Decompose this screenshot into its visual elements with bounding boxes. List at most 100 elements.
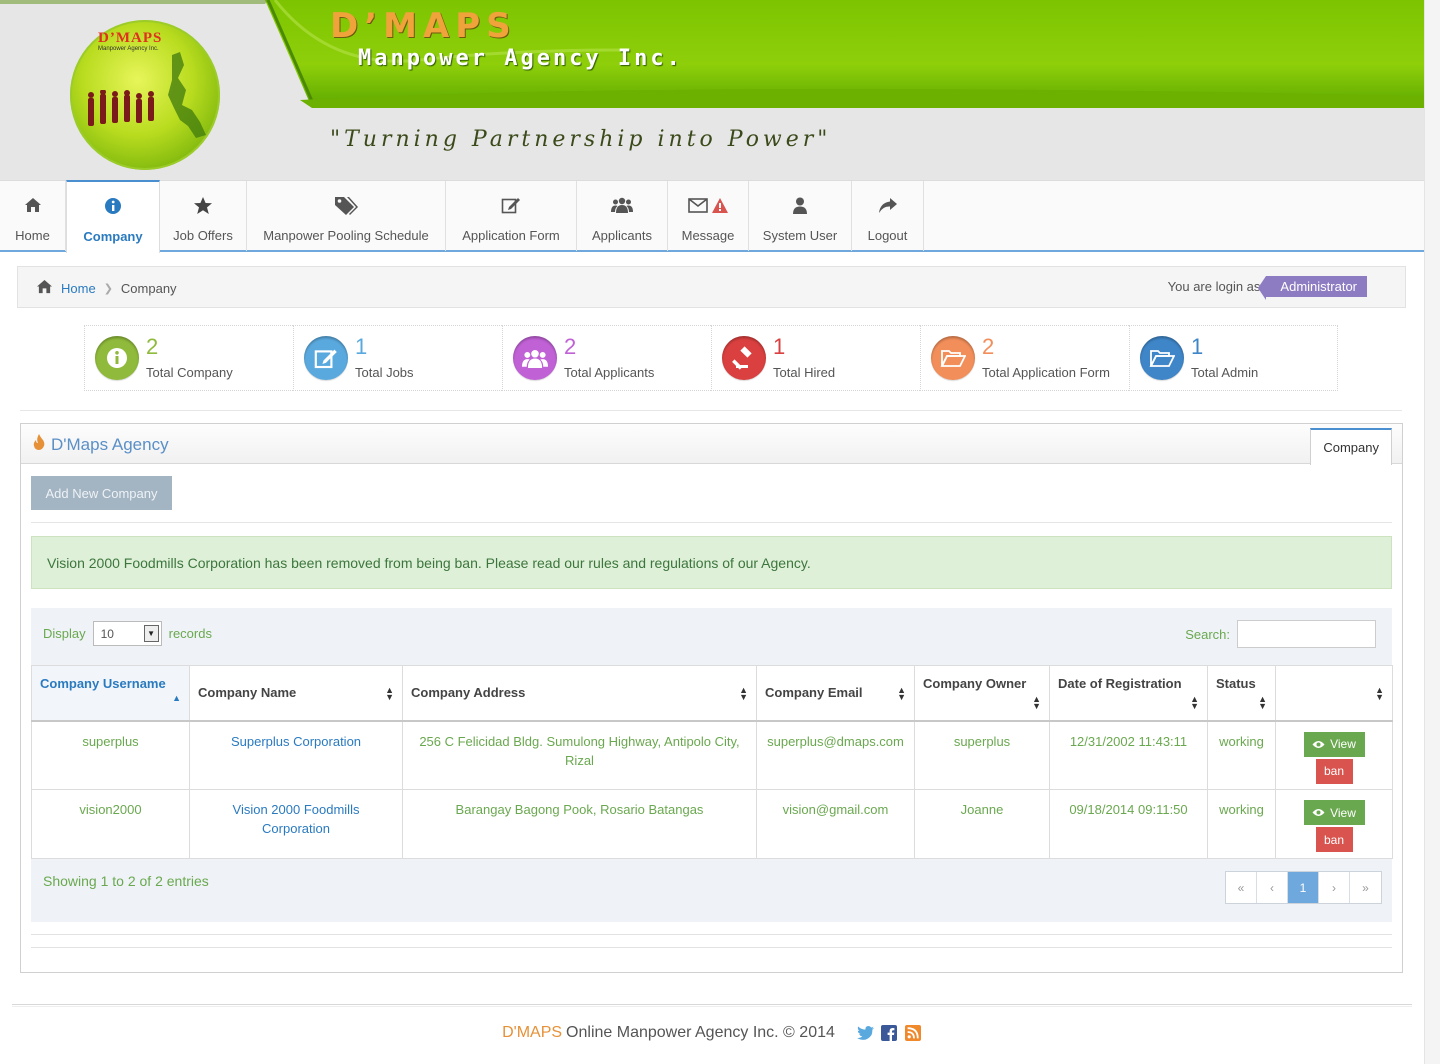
star-icon [193,194,213,216]
people-figures-icon [88,90,154,126]
nav-label: Message [681,228,735,243]
table-info: Showing 1 to 2 of 2 entries [43,873,209,889]
envelope-icon [688,194,728,216]
stat-total-application-form[interactable]: 2 Total Application Form [920,325,1129,391]
cell-email: vision@gmail.com [756,789,915,859]
nav-label: Manpower Pooling Schedule [263,228,429,243]
nav-item-manpower-pooling-schedule[interactable]: Manpower Pooling Schedule [247,181,446,251]
cell-date: 09/18/2014 09:11:50 [1049,789,1208,859]
stat-total-company[interactable]: 2 Total Company [84,325,293,391]
stats-row: 2 Total Company 1 Total Jobs 2 Total App… [84,325,1339,391]
nav-list: Home Company Job Offers Manpower Pooling… [0,180,1424,253]
stat-label: Total Jobs [355,365,414,380]
pagination-page-1[interactable]: 1 [1288,872,1319,903]
footer-divider [12,1006,1412,1007]
column-header-label: Company Owner [923,676,1027,691]
table-row: vision2000 Vision 2000 Foodmills Corpora… [31,789,1393,859]
datatable-wrapper: Display 10 ▼ records Search: Company Use… [31,608,1393,922]
table-header-row: Company Username ▲ Company Name ▲ ▼ Compa… [31,665,1393,722]
pagination-last[interactable]: » [1350,872,1381,903]
header-banner: D’MAPS Manpower Agency Inc. D’MAPS Manpo… [0,0,1424,180]
column-header-label: Company Address [411,685,526,701]
sort-icon: ▲ ▼ [1375,685,1384,702]
ban-button[interactable]: ban [1315,758,1353,784]
display-label: Display [43,626,86,641]
cell-company-name-link[interactable]: Superplus Corporation [189,720,403,790]
company-logo: D’MAPS Manpower Agency Inc. [70,20,220,170]
stat-total-admin[interactable]: 1 Total Admin [1129,325,1338,391]
vertical-scrollbar[interactable] [1424,0,1440,1064]
select-value: 10 [100,627,114,641]
footer-brand: D'MAPS [502,1024,563,1041]
divider [31,934,1392,935]
add-company-button[interactable]: Add New Company [31,476,172,510]
nav-label: Home [15,228,50,243]
column-header-label: Date of Registration [1058,676,1182,691]
stat-label: Total Hired [773,365,836,380]
records-per-page-select[interactable]: 10 ▼ [92,621,162,646]
stat-value: 2 [982,334,995,359]
column-header-status[interactable]: Status ▲ ▼ [1207,665,1276,722]
panel-title: D'Maps Agency [33,434,169,455]
divider [31,947,1392,948]
stat-value: 1 [773,334,786,359]
nav-label: Job Offers [173,228,233,243]
nav-item-application-form[interactable]: Application Form [446,181,577,251]
nav-item-company[interactable]: Company [66,180,160,253]
nav-item-home[interactable]: Home [0,181,66,251]
facebook-icon[interactable] [881,1025,898,1042]
pagination-first[interactable]: « [1226,872,1257,903]
sort-icon: ▲ ▼ [1032,694,1041,711]
twitter-icon[interactable] [856,1025,874,1042]
cell-actions: View ban [1275,789,1393,859]
row-actions: View ban [1284,800,1384,852]
cell-username: vision2000 [31,789,190,859]
sort-icon: ▲ ▼ [739,685,748,702]
stat-label: Total Admin [1191,365,1259,380]
login-label: You are login as [1167,279,1261,294]
stat-total-applicants[interactable]: 2 Total Applicants [502,325,711,391]
column-header-company-address[interactable]: Company Address ▲ ▼ [402,665,757,722]
column-header-label: Status [1216,676,1256,691]
logo-subtext: Manpower Agency Inc. [98,46,159,52]
tab-company[interactable]: Company [1310,428,1392,465]
column-header-actions[interactable]: ▲ ▼ [1275,665,1393,722]
rss-icon[interactable] [905,1025,922,1042]
search-input[interactable] [1237,620,1376,648]
view-button[interactable]: View [1303,800,1365,825]
pagination-previous[interactable]: ‹ [1257,872,1288,903]
nav-item-message[interactable]: Message [668,181,749,251]
pagination-next[interactable]: › [1319,872,1350,903]
records-length-control: Display 10 ▼ records [43,621,212,646]
view-button[interactable]: View [1303,731,1365,757]
site-title: D’MAPS [330,6,517,46]
view-button-label: View [1330,737,1356,751]
column-header-company-email[interactable]: Company Email ▲ ▼ [756,665,915,722]
stat-total-jobs[interactable]: 1 Total Jobs [293,325,502,391]
nav-item-job-offers[interactable]: Job Offers [160,181,247,251]
column-header-company-name[interactable]: Company Name ▲ ▼ [189,665,403,722]
nav-item-applicants[interactable]: Applicants [577,181,668,251]
site-tagline: "Turning Partnership into Power" [330,127,832,152]
cell-email: superplus@dmaps.com [756,720,915,790]
breadcrumb-current: Company [120,280,177,296]
nav-label: System User [762,228,838,243]
company-table: Company Username ▲ Company Name ▲ ▼ Compa… [31,665,1393,859]
column-header-date-of-registration[interactable]: Date of Registration ▲ ▼ [1049,665,1208,722]
nav-label: Company [83,229,143,244]
breadcrumb-home-link[interactable]: Home [61,281,96,296]
cell-owner: superplus [914,720,1050,790]
cell-status: working [1207,789,1276,859]
column-header-company-username[interactable]: Company Username ▲ [31,665,190,722]
sort-icon: ▲ ▼ [897,685,906,702]
stat-total-hired[interactable]: 1 Total Hired [711,325,920,391]
nav-item-system-user[interactable]: System User [749,181,852,251]
ban-button[interactable]: ban [1315,827,1353,852]
footer: D'MAPS Online Manpower Agency Inc. © 201… [0,1020,1424,1046]
home-icon [36,279,53,297]
nav-label: Applicants [592,228,652,243]
row-actions: View ban [1284,731,1384,784]
cell-company-name-link[interactable]: Vision 2000 Foodmills Corporation [189,789,403,859]
column-header-company-owner[interactable]: Company Owner ▲ ▼ [914,665,1050,722]
nav-item-logout[interactable]: Logout [852,181,924,251]
